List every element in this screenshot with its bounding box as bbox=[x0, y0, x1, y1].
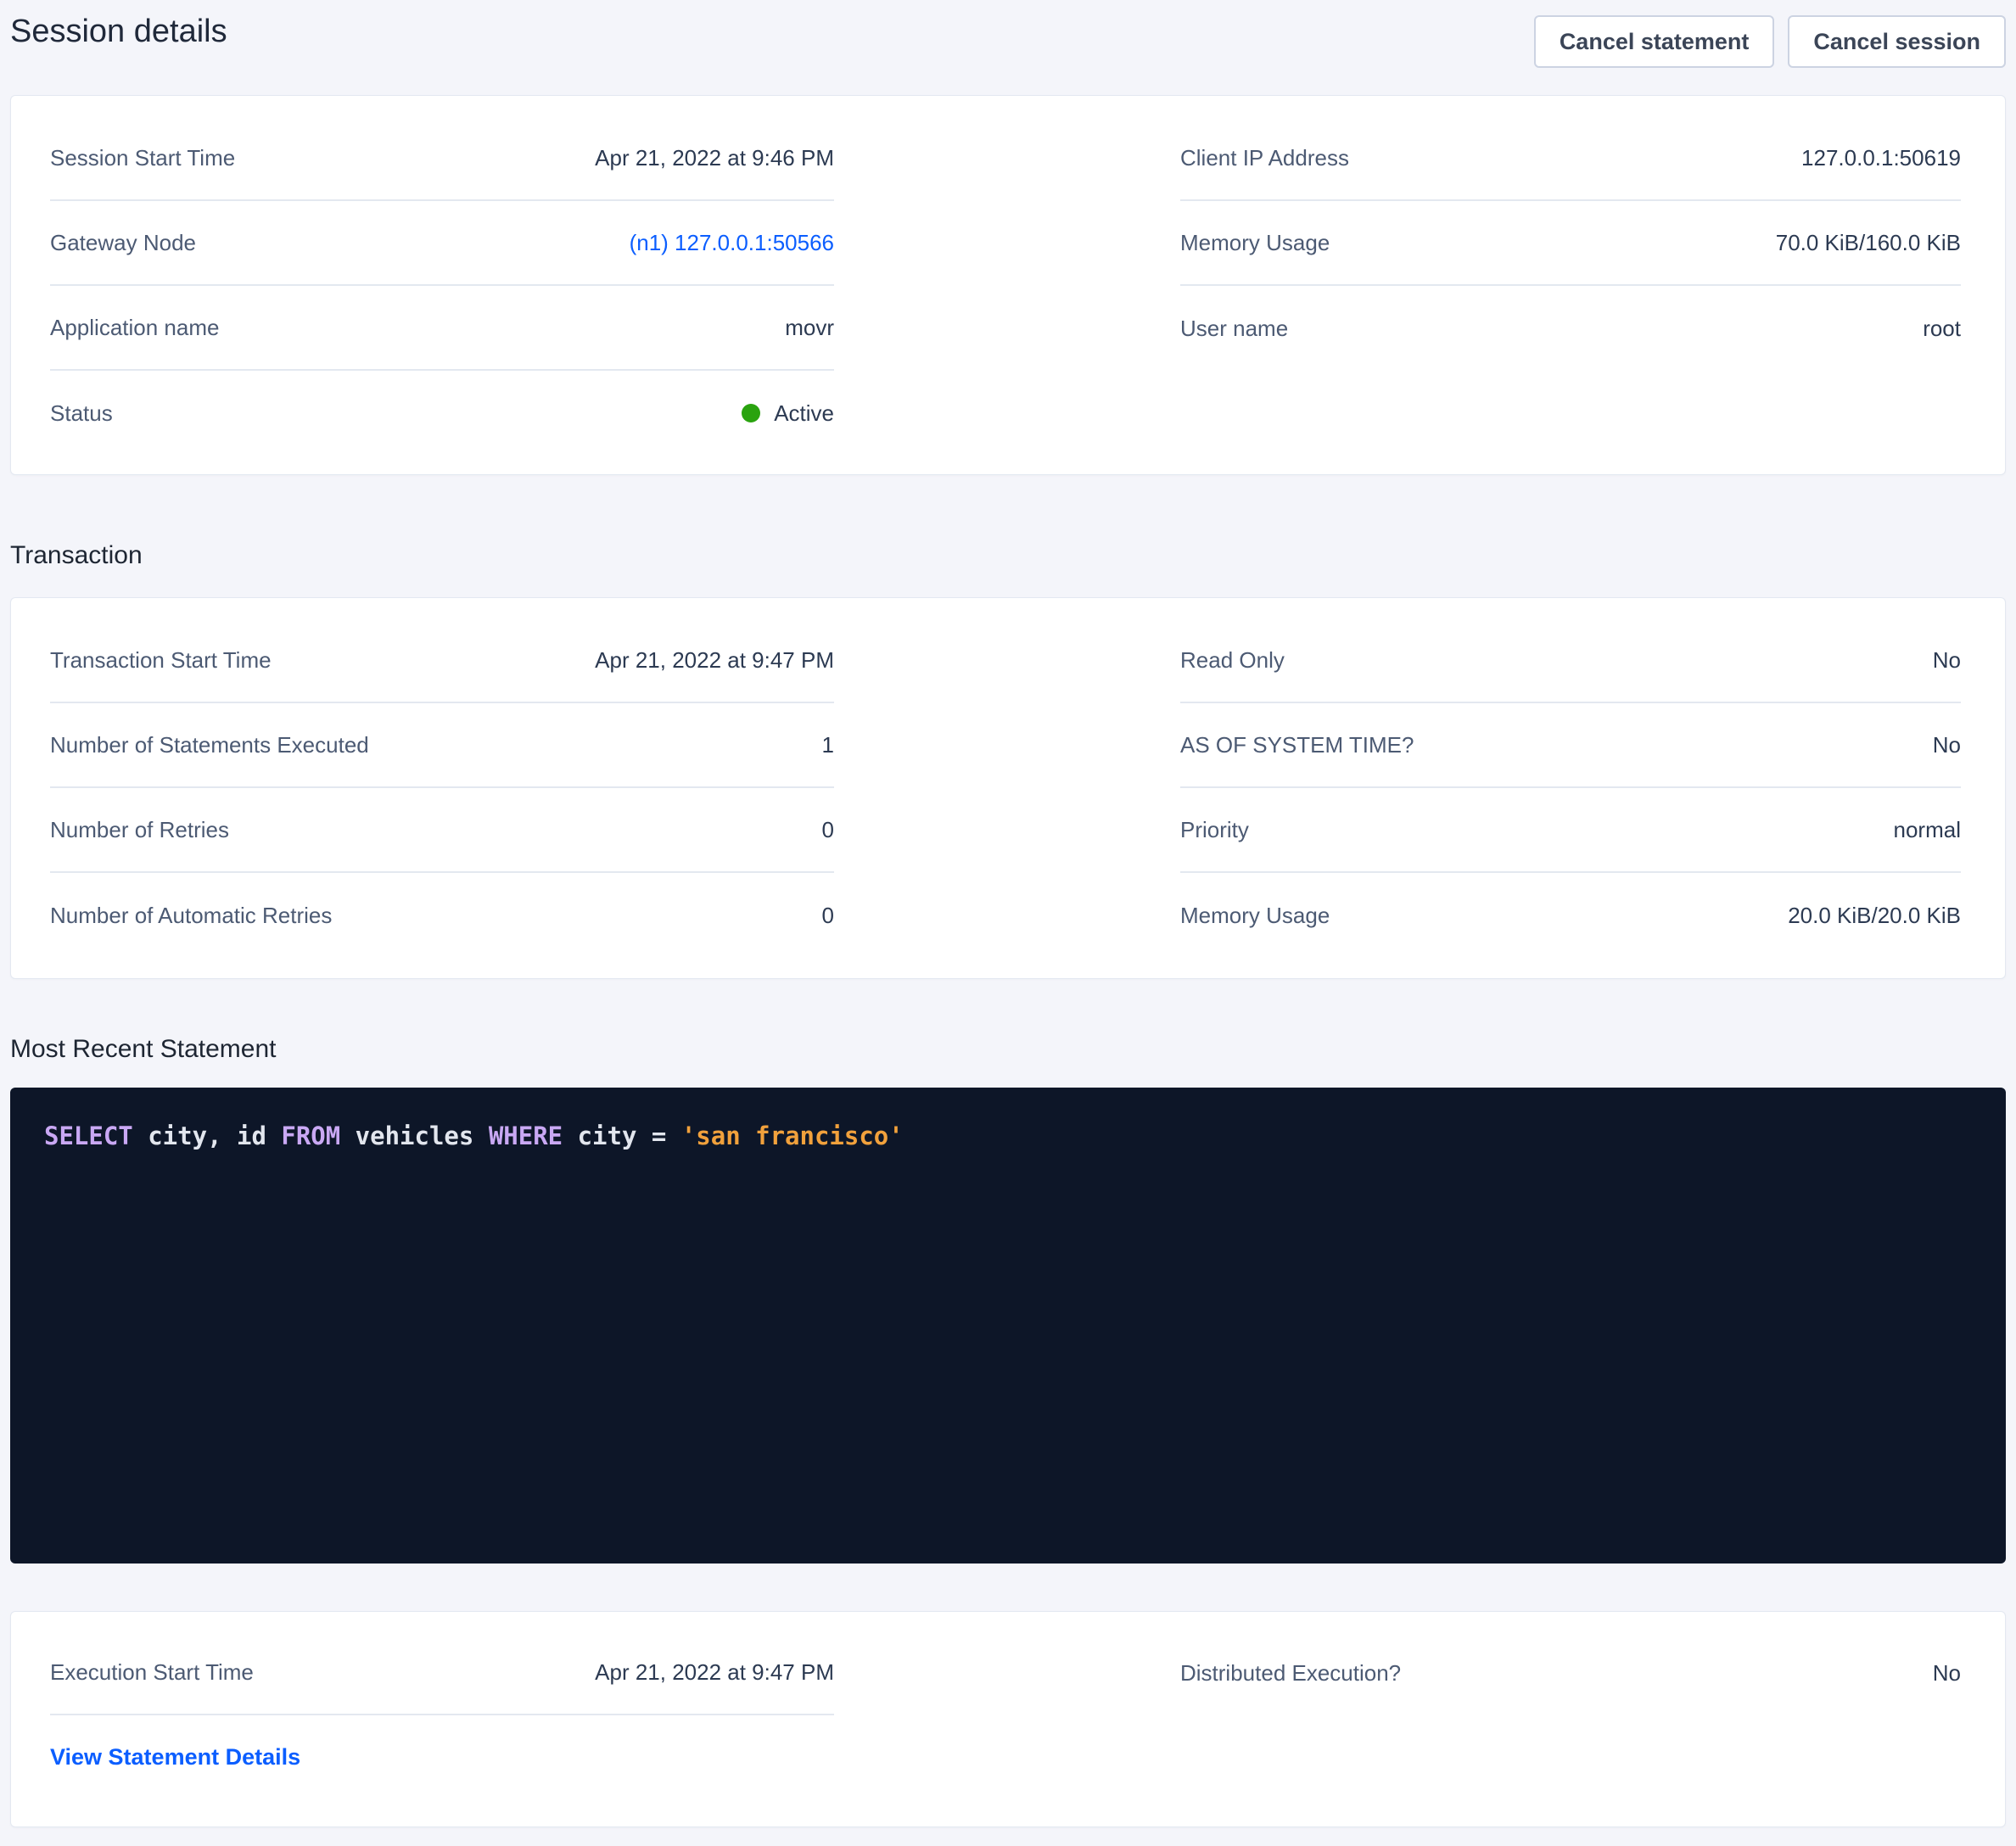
gateway-node-label: Gateway Node bbox=[50, 230, 196, 256]
transaction-start-time-row: Transaction Start Time Apr 21, 2022 at 9… bbox=[50, 618, 834, 703]
distributed-execution-label: Distributed Execution? bbox=[1180, 1660, 1401, 1687]
sql-token-columns: city, id bbox=[133, 1122, 282, 1150]
priority-label: Priority bbox=[1180, 817, 1249, 843]
session-details-page: Session details Cancel statement Cancel … bbox=[0, 0, 2016, 1846]
read-only-row: Read Only No bbox=[1180, 618, 1961, 703]
transaction-section-heading: Transaction bbox=[10, 541, 2006, 570]
cancel-statement-button[interactable]: Cancel statement bbox=[1534, 15, 1775, 68]
distributed-execution-row: Distributed Execution? No bbox=[1180, 1631, 1961, 1715]
transaction-card-left-column: Transaction Start Time Apr 21, 2022 at 9… bbox=[50, 618, 834, 958]
automatic-retries-value: 0 bbox=[822, 903, 834, 929]
automatic-retries-label: Number of Automatic Retries bbox=[50, 903, 332, 929]
read-only-value: No bbox=[1933, 647, 1961, 674]
statements-executed-label: Number of Statements Executed bbox=[50, 732, 369, 758]
cancel-session-button[interactable]: Cancel session bbox=[1788, 15, 2006, 68]
priority-value: normal bbox=[1894, 817, 1961, 843]
session-summary-card: Session Start Time Apr 21, 2022 at 9:46 … bbox=[10, 95, 2006, 475]
user-name-row: User name root bbox=[1180, 286, 1961, 371]
statements-executed-row: Number of Statements Executed 1 bbox=[50, 703, 834, 788]
transaction-start-time-label: Transaction Start Time bbox=[50, 647, 272, 674]
transaction-card-right-column: Read Only No AS OF SYSTEM TIME? No Prior… bbox=[1180, 618, 1961, 958]
session-start-time-label: Session Start Time bbox=[50, 145, 235, 171]
transaction-card: Transaction Start Time Apr 21, 2022 at 9… bbox=[10, 597, 2006, 979]
user-name-label: User name bbox=[1180, 316, 1288, 342]
read-only-label: Read Only bbox=[1180, 647, 1285, 674]
status-text: Active bbox=[774, 400, 834, 427]
sql-statement-box: SELECT city, id FROM vehicles WHERE city… bbox=[10, 1088, 2006, 1564]
number-of-retries-value: 0 bbox=[822, 817, 834, 843]
execution-card-columns: Execution Start Time Apr 21, 2022 at 9:4… bbox=[50, 1631, 1961, 1770]
priority-row: Priority normal bbox=[1180, 788, 1961, 873]
execution-start-time-value: Apr 21, 2022 at 9:47 PM bbox=[595, 1659, 834, 1686]
sql-token-table: vehicles bbox=[340, 1122, 489, 1150]
session-card-left-column: Session Start Time Apr 21, 2022 at 9:46 … bbox=[50, 116, 834, 456]
statement-details-link-row: View Statement Details bbox=[50, 1715, 834, 1770]
sql-token-condition: city = bbox=[563, 1122, 681, 1150]
gateway-node-row: Gateway Node (n1) 127.0.0.1:50566 bbox=[50, 201, 834, 286]
transaction-start-time-value: Apr 21, 2022 at 9:47 PM bbox=[595, 647, 834, 674]
transaction-memory-usage-label: Memory Usage bbox=[1180, 903, 1330, 929]
session-card-right-column: Client IP Address 127.0.0.1:50619 Memory… bbox=[1180, 116, 1961, 456]
header-actions: Cancel statement Cancel session bbox=[1534, 14, 2006, 68]
transaction-memory-usage-value: 20.0 KiB/20.0 KiB bbox=[1788, 903, 1961, 929]
execution-card-right-column: Distributed Execution? No bbox=[1180, 1631, 1961, 1770]
statement-section-heading: Most Recent Statement bbox=[10, 1035, 2006, 1064]
as-of-system-time-row: AS OF SYSTEM TIME? No bbox=[1180, 703, 1961, 788]
status-value: Active bbox=[742, 400, 834, 427]
status-active-dot-icon bbox=[742, 404, 760, 422]
as-of-system-time-label: AS OF SYSTEM TIME? bbox=[1180, 732, 1414, 758]
page-header: Session details Cancel statement Cancel … bbox=[10, 0, 2006, 95]
execution-start-time-label: Execution Start Time bbox=[50, 1659, 254, 1686]
sql-token-where: WHERE bbox=[489, 1122, 563, 1150]
client-ip-row: Client IP Address 127.0.0.1:50619 bbox=[1180, 116, 1961, 201]
transaction-card-columns: Transaction Start Time Apr 21, 2022 at 9… bbox=[50, 618, 1961, 958]
client-ip-label: Client IP Address bbox=[1180, 145, 1349, 171]
session-card-columns: Session Start Time Apr 21, 2022 at 9:46 … bbox=[50, 116, 1961, 456]
gateway-node-link[interactable]: (n1) 127.0.0.1:50566 bbox=[630, 230, 834, 256]
session-start-time-value: Apr 21, 2022 at 9:46 PM bbox=[595, 145, 834, 171]
status-label: Status bbox=[50, 400, 113, 427]
session-memory-usage-label: Memory Usage bbox=[1180, 230, 1330, 256]
execution-card: Execution Start Time Apr 21, 2022 at 9:4… bbox=[10, 1611, 2006, 1827]
number-of-retries-label: Number of Retries bbox=[50, 817, 229, 843]
user-name-value: root bbox=[1923, 316, 1961, 342]
sql-token-from: FROM bbox=[281, 1122, 340, 1150]
as-of-system-time-value: No bbox=[1933, 732, 1961, 758]
page-title: Session details bbox=[10, 14, 227, 50]
automatic-retries-row: Number of Automatic Retries 0 bbox=[50, 873, 834, 958]
number-of-retries-row: Number of Retries 0 bbox=[50, 788, 834, 873]
session-memory-usage-value: 70.0 KiB/160.0 KiB bbox=[1776, 230, 1961, 256]
application-name-value: movr bbox=[785, 315, 834, 341]
status-row: Status Active bbox=[50, 371, 834, 456]
view-statement-details-link[interactable]: View Statement Details bbox=[50, 1744, 300, 1770]
transaction-memory-usage-row: Memory Usage 20.0 KiB/20.0 KiB bbox=[1180, 873, 1961, 958]
session-start-time-row: Session Start Time Apr 21, 2022 at 9:46 … bbox=[50, 116, 834, 201]
session-memory-usage-row: Memory Usage 70.0 KiB/160.0 KiB bbox=[1180, 201, 1961, 286]
client-ip-value: 127.0.0.1:50619 bbox=[1801, 145, 1961, 171]
sql-token-select: SELECT bbox=[44, 1122, 133, 1150]
sql-token-string-literal: 'san francisco' bbox=[681, 1122, 904, 1150]
execution-card-left-column: Execution Start Time Apr 21, 2022 at 9:4… bbox=[50, 1631, 834, 1770]
sql-statement-line: SELECT city, id FROM vehicles WHERE city… bbox=[44, 1118, 1972, 1154]
application-name-row: Application name movr bbox=[50, 286, 834, 371]
statements-executed-value: 1 bbox=[822, 732, 834, 758]
execution-start-time-row: Execution Start Time Apr 21, 2022 at 9:4… bbox=[50, 1631, 834, 1715]
application-name-label: Application name bbox=[50, 315, 219, 341]
distributed-execution-value: No bbox=[1933, 1660, 1961, 1687]
